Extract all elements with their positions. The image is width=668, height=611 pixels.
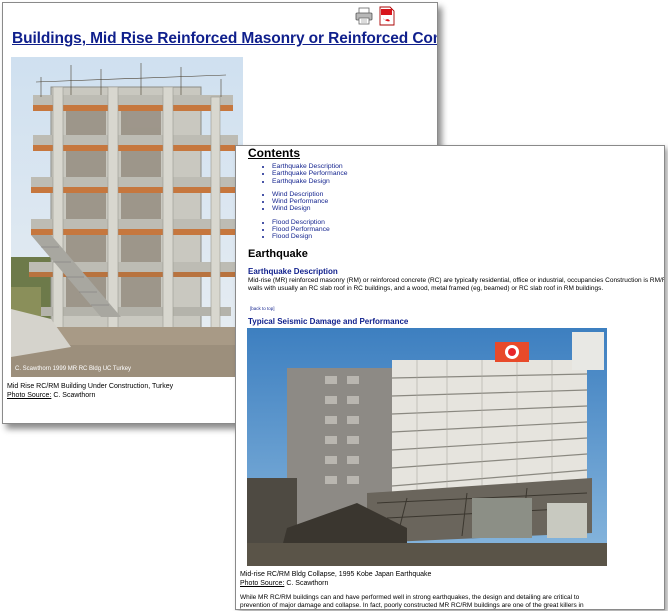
photo-stamp: C. Scawthorn 1999 MR RC Bldg UC Turkey xyxy=(15,366,131,372)
photo-source-name: C. Scawthorn xyxy=(286,579,329,587)
photo-source: Photo Source: C. Scawthorn xyxy=(7,391,173,400)
performance-paragraph: While MR RC/RM buildings can and have pe… xyxy=(240,594,664,609)
page-title[interactable]: Buildings, Mid Rise Reinforced Masonry o… xyxy=(12,30,437,48)
toolbar-icons xyxy=(355,6,401,26)
performance-text-line-1: While MR RC/RM buildings can and have pe… xyxy=(240,594,580,601)
photo-caption: Mid-rise RC/RM Bldg Collapse, 1995 Kobe … xyxy=(240,571,431,588)
front-document-page: Contents Earthquake Description Earthqua… xyxy=(235,145,665,610)
photo-source: Photo Source: C. Scawthorn xyxy=(240,580,431,589)
photo-source-name: C. Scawthorn xyxy=(53,392,96,399)
back-to-top-link[interactable]: [back to top] xyxy=(250,306,275,311)
toc-flood-design[interactable]: Flood Design xyxy=(272,233,348,240)
pdf-icon[interactable] xyxy=(379,6,395,26)
toc-earthquake-description[interactable]: Earthquake Description xyxy=(272,163,348,170)
toc-wind-description[interactable]: Wind Description xyxy=(272,191,348,198)
photo-source-label[interactable]: Photo Source: xyxy=(7,392,51,399)
toc-earthquake-performance[interactable]: Earthquake Performance xyxy=(272,170,348,177)
kobe-collapse-photo xyxy=(247,328,607,566)
caption-text: Mid-rise RC/RM Bldg Collapse, 1995 Kobe … xyxy=(240,571,432,578)
toc-flood-performance[interactable]: Flood Performance xyxy=(272,226,348,233)
seismic-damage-heading: Typical Seismic Damage and Performance xyxy=(248,317,409,326)
toc-wind-design[interactable]: Wind Design xyxy=(272,205,348,212)
toc-flood-description[interactable]: Flood Description xyxy=(272,219,348,226)
performance-text-line-2: prevention of major damage and collapse.… xyxy=(240,602,584,609)
toc-earthquake-design[interactable]: Earthquake Design xyxy=(272,178,348,185)
caption-text: Mid Rise RC/RM Building Under Constructi… xyxy=(7,383,174,390)
photo-source-label[interactable]: Photo Source: xyxy=(240,580,284,587)
earthquake-heading: Earthquake xyxy=(248,248,308,260)
building-under-construction-photo: C. Scawthorn 1999 MR RC Bldg UC Turkey xyxy=(11,57,243,377)
earthquake-description-heading: Earthquake Description xyxy=(248,267,338,276)
toc-wind-performance[interactable]: Wind Performance xyxy=(272,198,348,205)
printer-icon[interactable] xyxy=(355,7,373,25)
table-of-contents: Earthquake Description Earthquake Perfor… xyxy=(258,163,348,241)
contents-heading: Contents xyxy=(248,146,300,160)
photo-caption: Mid Rise RC/RM Building Under Constructi… xyxy=(7,382,173,400)
earthquake-description-text: Mid-rise (MR) reinforced masonry (RM) or… xyxy=(248,277,665,292)
